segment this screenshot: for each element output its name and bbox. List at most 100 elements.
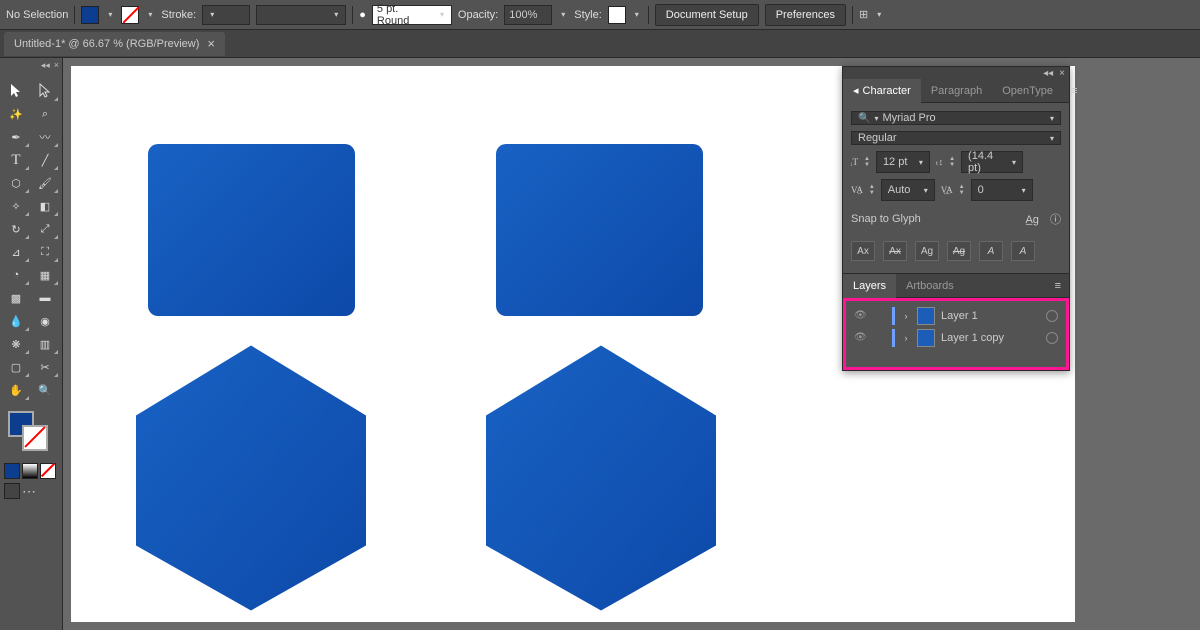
tracking-stepper[interactable]: ▲▼: [959, 184, 965, 196]
separator: [74, 6, 75, 24]
shape-builder-tool[interactable]: ◔: [2, 264, 30, 286]
color-mode[interactable]: [4, 463, 20, 479]
layer-thumbnail: [917, 307, 935, 325]
rotate-tool[interactable]: ↻: [2, 218, 30, 240]
preferences-button[interactable]: Preferences: [765, 4, 846, 26]
target-icon[interactable]: [1046, 332, 1058, 344]
symbol-sprayer-tool[interactable]: ❋: [2, 333, 30, 355]
shaper-tool[interactable]: ✧: [2, 195, 30, 217]
stroke-dropdown[interactable]: [145, 7, 155, 23]
hexagon-shape[interactable]: [476, 338, 726, 618]
tracking-field[interactable]: 0▾: [971, 179, 1033, 201]
mesh-tool[interactable]: ▩: [2, 287, 30, 309]
layer-name[interactable]: Layer 1 copy: [941, 332, 1040, 344]
opacity-field[interactable]: 100%: [504, 5, 552, 25]
stroke-swatch[interactable]: [121, 6, 139, 24]
tab-paragraph[interactable]: Paragraph: [921, 79, 992, 103]
draw-normal[interactable]: [4, 483, 20, 499]
panel-menu-icon[interactable]: ≡: [1063, 85, 1085, 97]
close-tab-icon[interactable]: ×: [207, 36, 215, 51]
magic-wand-tool[interactable]: ✨: [2, 103, 30, 125]
collapse-panels-icon[interactable]: ◂◂: [1043, 68, 1053, 79]
snap-info-icon[interactable]: ⓘ: [1050, 214, 1061, 226]
perspective-tool[interactable]: ▦: [31, 264, 59, 286]
close-icon[interactable]: ×: [54, 60, 59, 70]
fill-stroke-swatches[interactable]: [4, 411, 58, 455]
tab-layers[interactable]: Layers: [843, 274, 896, 298]
snap-glyph2-button[interactable]: Ag: [947, 241, 971, 261]
direct-selection-tool[interactable]: [31, 80, 59, 102]
snap-baseline-button[interactable]: Ax: [851, 241, 875, 261]
style-dropdown[interactable]: [632, 7, 642, 23]
paintbrush-tool[interactable]: 🖌: [31, 172, 59, 194]
blend-tool[interactable]: ◉: [31, 310, 59, 332]
chevron-down-icon[interactable]: ▾: [1050, 114, 1054, 123]
fill-swatch[interactable]: [81, 6, 99, 24]
edit-toolbar[interactable]: ⋯: [22, 483, 36, 500]
snap-ag-icon[interactable]: A̲g: [1025, 214, 1038, 226]
tab-opentype[interactable]: OpenType: [992, 79, 1063, 103]
rounded-rect-shape[interactable]: [148, 144, 355, 316]
snap-angular2-button[interactable]: A: [1011, 241, 1035, 261]
expand-arrow[interactable]: ›: [901, 333, 911, 343]
graph-tool[interactable]: ▥: [31, 333, 59, 355]
gradient-tool[interactable]: ▬: [31, 287, 59, 309]
font-family-field[interactable]: ▾ Myriad Pro ▾: [851, 111, 1061, 125]
snap-angular-button[interactable]: A: [979, 241, 1003, 261]
leading-stepper[interactable]: ▲▼: [949, 156, 955, 168]
hexagon-shape[interactable]: [126, 338, 376, 618]
visibility-icon[interactable]: [854, 331, 868, 345]
type-tool[interactable]: T: [2, 149, 30, 171]
free-transform-tool[interactable]: ⛶: [31, 241, 59, 263]
snap-glyph-button[interactable]: Ag: [915, 241, 939, 261]
tab-character[interactable]: ◂Character: [843, 79, 921, 103]
font-style-field[interactable]: Regular ▾: [851, 131, 1061, 145]
brush-field[interactable]: 5 pt. Round: [372, 5, 452, 25]
zoom-tool[interactable]: 🔍: [31, 379, 59, 401]
line-tool[interactable]: ╱: [31, 149, 59, 171]
stroke-weight-field[interactable]: [202, 5, 250, 25]
eraser-tool[interactable]: ◧: [31, 195, 59, 217]
opacity-more[interactable]: [558, 7, 568, 23]
scale-tool[interactable]: ⤢: [31, 218, 59, 240]
vsp-field[interactable]: [256, 5, 346, 25]
visibility-icon[interactable]: [854, 309, 868, 323]
width-tool[interactable]: ⊿: [2, 241, 30, 263]
layer-name[interactable]: Layer 1: [941, 310, 1040, 322]
layer-row[interactable]: › Layer 1: [850, 305, 1062, 327]
style-swatch[interactable]: [608, 6, 626, 24]
expand-arrow[interactable]: ›: [901, 311, 911, 321]
collapse-icon[interactable]: ◂◂: [41, 60, 50, 70]
stroke-color[interactable]: [22, 425, 48, 451]
tab-artboards[interactable]: Artboards: [896, 274, 964, 298]
leading-field[interactable]: (14.4 pt)▾: [961, 151, 1023, 173]
hand-tool[interactable]: ✋: [2, 379, 30, 401]
selection-tool[interactable]: [2, 80, 30, 102]
curvature-tool[interactable]: 〰: [31, 126, 59, 148]
target-icon[interactable]: [1046, 310, 1058, 322]
artboard-tool[interactable]: ▢: [2, 356, 30, 378]
lasso-tool[interactable]: ⌕: [31, 103, 59, 125]
panel-menu-icon[interactable]: ≡: [1047, 280, 1069, 292]
font-size-field[interactable]: 12 pt▾: [876, 151, 930, 173]
kerning-field[interactable]: Auto▾: [881, 179, 935, 201]
fill-dropdown[interactable]: [105, 7, 115, 23]
align-icon[interactable]: ⊞: [859, 8, 868, 21]
rounded-rect-shape[interactable]: [496, 144, 703, 316]
none-mode[interactable]: [40, 463, 56, 479]
document-setup-button[interactable]: Document Setup: [655, 4, 759, 26]
close-panels-icon[interactable]: ×: [1059, 68, 1065, 79]
eyedropper-tool[interactable]: 💧: [2, 310, 30, 332]
rectangle-tool[interactable]: ⬡: [2, 172, 30, 194]
canvas-area[interactable]: ◂◂ × ◂Character Paragraph OpenType ≡ ▾ M…: [63, 58, 1200, 630]
pen-tool[interactable]: ✒: [2, 126, 30, 148]
snap-xheight-button[interactable]: Ax: [883, 241, 907, 261]
gradient-mode[interactable]: [22, 463, 38, 479]
chevron-down-icon[interactable]: ▾: [1050, 134, 1054, 143]
layer-row[interactable]: › Layer 1 copy: [850, 327, 1062, 349]
kerning-stepper[interactable]: ▲▼: [869, 184, 875, 196]
document-tab[interactable]: Untitled-1* @ 66.67 % (RGB/Preview) ×: [4, 32, 225, 56]
slice-tool[interactable]: ✂: [31, 356, 59, 378]
align-dropdown[interactable]: [874, 7, 884, 23]
size-stepper[interactable]: ▲▼: [864, 156, 870, 168]
